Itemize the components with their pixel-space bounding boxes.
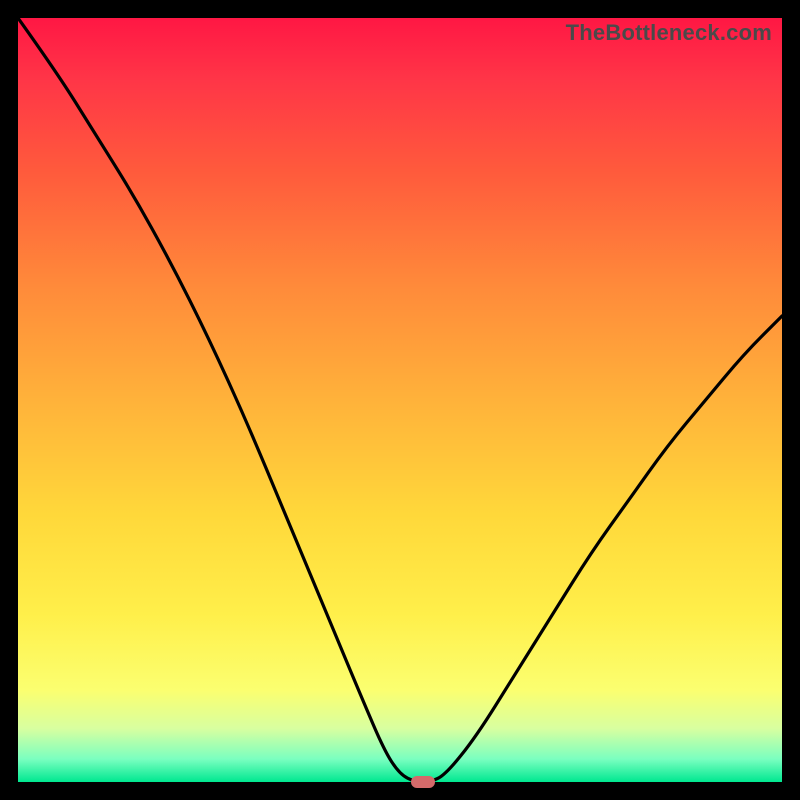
chart-frame: TheBottleneck.com <box>0 0 800 800</box>
curve-path <box>18 18 782 782</box>
plot-area: TheBottleneck.com <box>18 18 782 782</box>
bottleneck-curve <box>18 18 782 782</box>
